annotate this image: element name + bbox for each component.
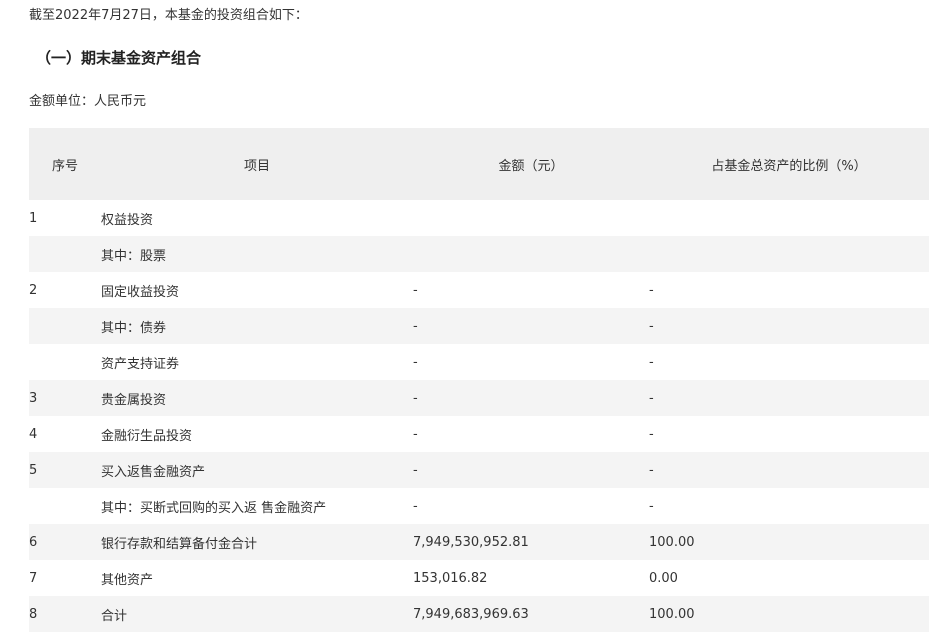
cell-amount [413,236,649,272]
table-row: 2 固定收益投资 - - [29,272,929,308]
cell-percent: - [649,416,929,452]
table-row: 资产支持证券 - - [29,344,929,380]
cell-item: 资产支持证券 [101,344,413,380]
cell-no: 7 [29,560,101,596]
table-header-row: 序号 项目 金额（元） 占基金总资产的比例（%） [29,128,929,200]
cell-amount: - [413,380,649,416]
table-row: 其中：买断式回购的买入返 售金融资产 - - [29,488,929,524]
cell-item: 银行存款和结算备付金合计 [101,524,413,560]
header-amount: 金额（元） [413,128,649,200]
cell-amount: - [413,416,649,452]
cell-no [29,488,101,524]
header-no: 序号 [29,128,101,200]
cell-item: 固定收益投资 [101,272,413,308]
cell-item: 合计 [101,596,413,632]
cell-no: 1 [29,200,101,236]
cell-item: 其中：债券 [101,308,413,344]
cell-no: 6 [29,524,101,560]
cell-item: 其中：买断式回购的买入返 售金融资产 [101,488,413,524]
cell-amount: - [413,308,649,344]
cell-amount: 7,949,683,969.63 [413,596,649,632]
cell-amount [413,200,649,236]
cell-percent: - [649,452,929,488]
cell-item: 金融衍生品投资 [101,416,413,452]
cell-percent: 100.00 [649,596,929,632]
cell-amount: - [413,488,649,524]
table-row: 其中：股票 [29,236,929,272]
cell-amount: 153,016.82 [413,560,649,596]
cell-percent [649,236,929,272]
section-title: （一）期末基金资产组合 [36,49,202,67]
cell-no: 3 [29,380,101,416]
table-row: 8 合计 7,949,683,969.63 100.00 [29,596,929,632]
unit-note: 金额单位：人民币元 [29,94,147,109]
table-row: 4 金融衍生品投资 - - [29,416,929,452]
cell-amount: 7,949,530,952.81 [413,524,649,560]
table-row: 其中：债券 - - [29,308,929,344]
cell-no [29,308,101,344]
cell-percent: - [649,344,929,380]
cell-item: 买入返售金融资产 [101,452,413,488]
cell-percent [649,200,929,236]
intro-text: 截至2022年7月27日，本基金的投资组合如下： [29,8,308,23]
cell-no [29,344,101,380]
cell-percent: - [649,380,929,416]
cell-no: 5 [29,452,101,488]
cell-amount: - [413,452,649,488]
cell-item: 其他资产 [101,560,413,596]
cell-no [29,236,101,272]
table-row: 3 贵金属投资 - - [29,380,929,416]
cell-percent: - [649,308,929,344]
cell-percent: 0.00 [649,560,929,596]
cell-amount: - [413,272,649,308]
table-row: 5 买入返售金融资产 - - [29,452,929,488]
table-row: 6 银行存款和结算备付金合计 7,949,530,952.81 100.00 [29,524,929,560]
cell-percent: 100.00 [649,524,929,560]
cell-item: 权益投资 [101,200,413,236]
table-row: 1 权益投资 [29,200,929,236]
asset-allocation-table: 序号 项目 金额（元） 占基金总资产的比例（%） 1 权益投资 其中：股票 2 … [29,128,929,632]
cell-no: 4 [29,416,101,452]
table-row: 7 其他资产 153,016.82 0.00 [29,560,929,596]
cell-item: 其中：股票 [101,236,413,272]
cell-percent: - [649,272,929,308]
cell-amount: - [413,344,649,380]
cell-no: 8 [29,596,101,632]
cell-item: 贵金属投资 [101,380,413,416]
cell-percent: - [649,488,929,524]
header-item: 项目 [101,128,413,200]
header-percent: 占基金总资产的比例（%） [649,128,929,200]
cell-no: 2 [29,272,101,308]
